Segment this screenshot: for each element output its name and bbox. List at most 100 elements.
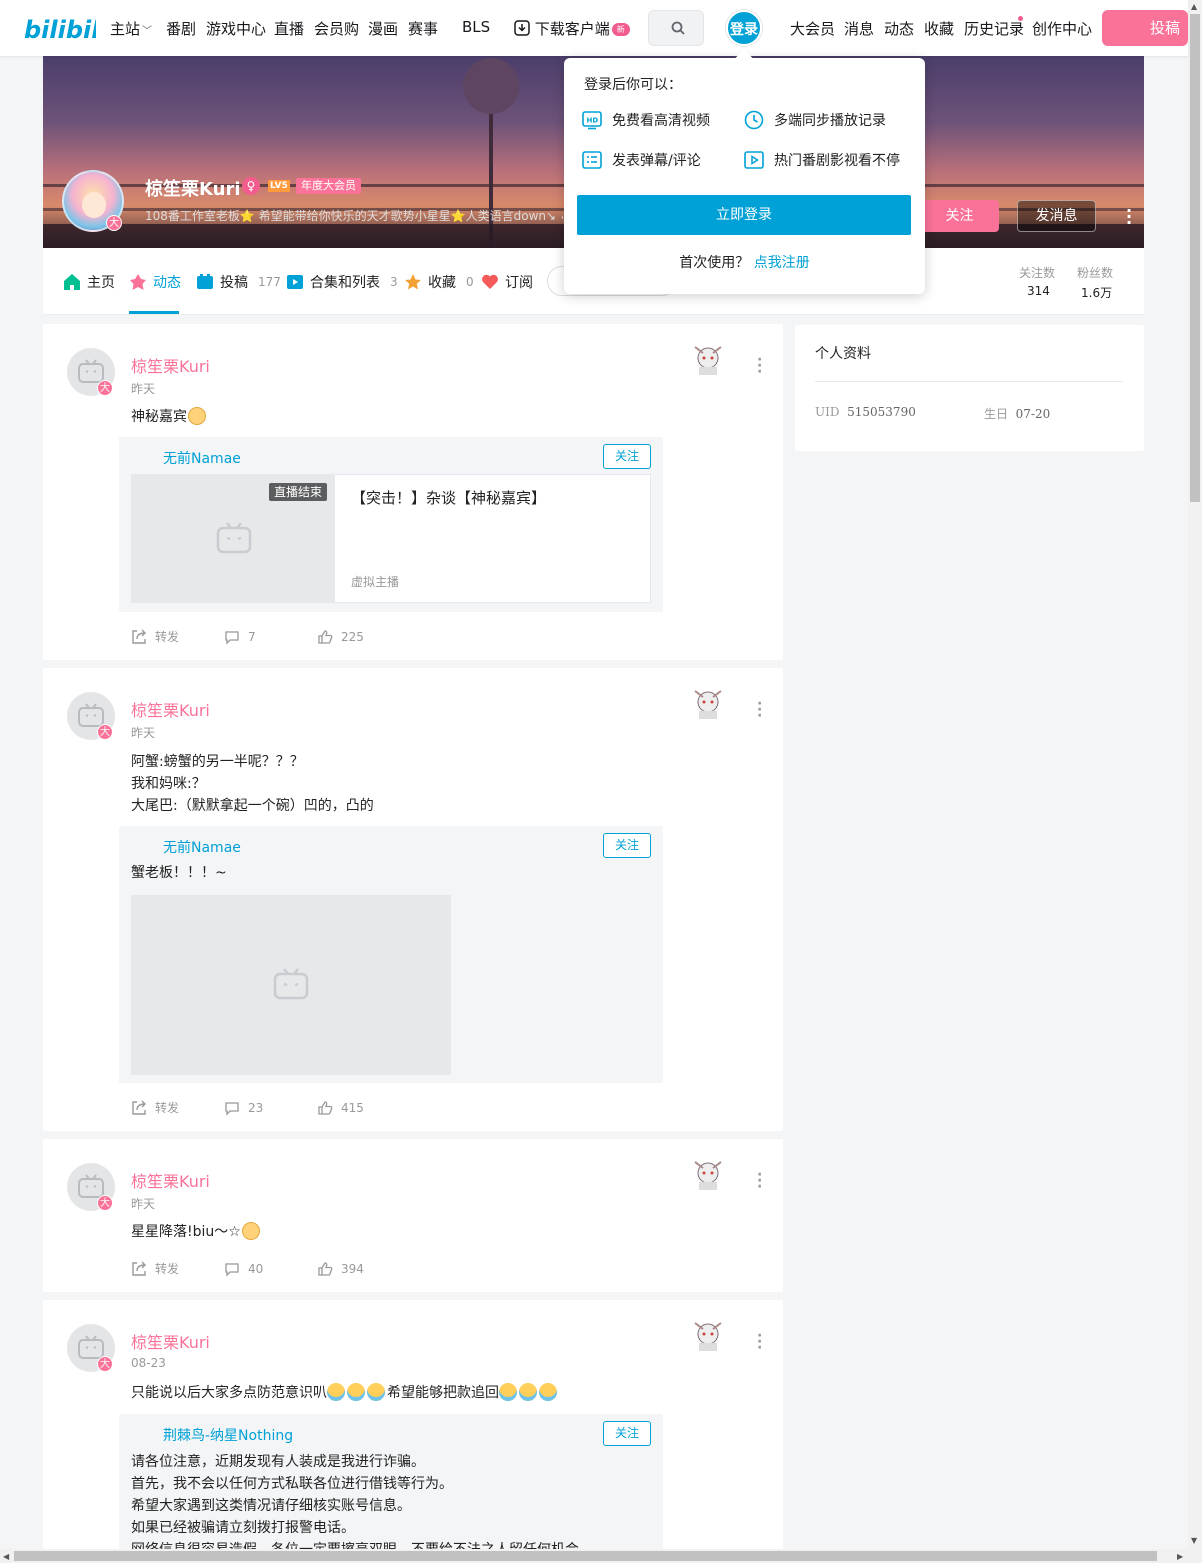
tab-collections[interactable]: 合集和列表 3	[286, 272, 398, 292]
post-more-icon[interactable]: · · ·	[757, 353, 762, 379]
register-link[interactable]: 点我注册	[754, 255, 810, 271]
video-icon	[197, 274, 213, 289]
post-time[interactable]: 昨天	[131, 380, 155, 397]
chevron-down-icon: ﹀	[142, 26, 153, 37]
search-button[interactable]	[648, 10, 704, 46]
post-text: 阿蟹:螃蟹的另一半呢？？？ 我和妈咪:？ 大尾巴:（默默拿起一个碗）凹的，凸的	[131, 754, 374, 814]
nav-dynamics[interactable]: 动态	[884, 18, 914, 39]
like-button[interactable]: 394	[317, 1260, 410, 1277]
post-time[interactable]: 昨天	[131, 724, 155, 741]
playlist-icon	[287, 275, 303, 289]
following-count[interactable]: 314	[1027, 284, 1050, 298]
post-actions: 转发 40 394	[131, 1260, 410, 1277]
post-author[interactable]: 椋笙栗Kuri	[131, 353, 210, 377]
post-time[interactable]: 昨天	[131, 1195, 155, 1212]
notification-dot	[1018, 16, 1023, 21]
emoji-icon	[241, 1222, 260, 1240]
post-author[interactable]: 椋笙栗Kuri	[131, 1329, 210, 1353]
nav-big-vip[interactable]: 大会员	[790, 18, 835, 39]
repost-follow-button[interactable]: 关注	[603, 1421, 651, 1446]
post-author[interactable]: 椋笙栗Kuri	[131, 1168, 210, 1192]
scroll-left-arrow-icon[interactable]: ◀	[3, 1552, 9, 1561]
vertical-scrollbar-thumb[interactable]	[1190, 14, 1200, 502]
repost-follow-button[interactable]: 关注	[603, 444, 651, 469]
hd-icon: HD	[582, 111, 602, 130]
feature-anime: 热门番剧影视看不停	[744, 150, 900, 170]
nav-history[interactable]: 历史记录	[964, 18, 1024, 39]
repost-card: 无前Namae 关注 蟹老板！！！~	[119, 826, 663, 1083]
post-text: 只能说以后大家多点防范意识叭 希望能够把款追回	[131, 1382, 559, 1404]
repost-author[interactable]: 无前Namae	[163, 448, 241, 468]
scroll-right-arrow-icon[interactable]: ▶	[1177, 1552, 1183, 1561]
more-options-icon[interactable]: · · ·	[1126, 203, 1132, 231]
share-button[interactable]: 转发	[131, 628, 224, 645]
like-button[interactable]: 415	[317, 1099, 410, 1116]
tab-dynamics[interactable]: 动态	[129, 272, 181, 292]
new-badge: 新	[611, 23, 630, 36]
avatar-badge: 大	[97, 380, 113, 396]
tab-uploads[interactable]: 投稿 177	[196, 272, 281, 292]
scroll-down-arrow-icon[interactable]: ▼	[1191, 1536, 1197, 1545]
post-more-icon[interactable]: · · ·	[757, 1168, 762, 1194]
comment-icon	[225, 630, 239, 645]
login-avatar-button[interactable]: 登录	[726, 10, 762, 46]
feature-hd-video: HD 免费看高清视频	[582, 110, 710, 130]
post-time[interactable]: 08-23	[131, 1356, 166, 1370]
nav-manga[interactable]: 漫画	[368, 18, 398, 39]
nav-creator-center[interactable]: 创作中心	[1032, 18, 1092, 39]
post-actions: 转发 7 225	[131, 628, 410, 645]
live-room-card[interactable]: 直播结束 【突击！】杂谈【神秘嘉宾】 虚拟主播	[131, 474, 651, 603]
upload-button[interactable]: 投稿	[1102, 10, 1188, 46]
thumbs-up-icon	[318, 629, 333, 644]
decoration-card-icon	[694, 1161, 722, 1190]
fans-count[interactable]: 1.6万	[1081, 284, 1112, 301]
send-message-button[interactable]: 发消息	[1017, 200, 1096, 232]
comment-button[interactable]: 7	[224, 628, 317, 645]
heart-icon	[482, 274, 498, 289]
nav-messages[interactable]: 消息	[844, 18, 874, 39]
share-button[interactable]: 转发	[131, 1099, 224, 1116]
vip-badge[interactable]: 年度大会员	[296, 178, 361, 194]
repost-image[interactable]	[131, 895, 451, 1075]
uid-value: 515053790	[847, 405, 916, 419]
repost-text: 蟹老板！！！~	[131, 865, 227, 881]
tab-home[interactable]: 主页	[63, 272, 115, 292]
comment-button[interactable]: 23	[224, 1099, 317, 1116]
comment-icon	[225, 1101, 239, 1116]
follow-button[interactable]: 关注	[920, 200, 999, 232]
thumbs-up-icon	[318, 1100, 333, 1115]
nav-mall[interactable]: 会员购	[314, 18, 359, 39]
dynamic-post: 大 椋笙栗Kuri 08-23 · · · 只能说以后大家多点防范意识叭 希望能够把款…	[43, 1300, 783, 1549]
tv-placeholder-icon	[216, 522, 252, 554]
repost-author[interactable]: 荆棘鸟-纳星Nothing	[163, 1425, 293, 1445]
post-author[interactable]: 椋笙栗Kuri	[131, 697, 210, 721]
avatar-badge: 大	[97, 1356, 113, 1372]
repost-follow-button[interactable]: 关注	[603, 833, 651, 858]
nav-main-site[interactable]: 主站 ﹀	[110, 18, 152, 39]
download-icon	[514, 20, 530, 36]
comment-button[interactable]: 40	[224, 1260, 317, 1277]
repost-author[interactable]: 无前Namae	[163, 837, 241, 857]
bilibili-logo[interactable]: bilibili	[24, 12, 96, 44]
like-button[interactable]: 225	[317, 628, 410, 645]
scroll-up-arrow-icon[interactable]: ▲	[1191, 2, 1197, 11]
nav-game-center[interactable]: 游戏中心	[206, 18, 266, 39]
login-now-button[interactable]: 立即登录	[577, 195, 911, 235]
post-more-icon[interactable]: · · ·	[757, 697, 762, 723]
nav-esports[interactable]: 赛事	[408, 18, 438, 39]
nav-download-client[interactable]: 下载客户端新	[514, 18, 630, 39]
share-button[interactable]: 转发	[131, 1260, 224, 1277]
horizontal-scrollbar-thumb[interactable]	[14, 1551, 1157, 1561]
nav-favorites[interactable]: 收藏	[924, 18, 954, 39]
nav-bls[interactable]: BLS	[462, 18, 490, 36]
feature-comments: 发表弹幕/评论	[582, 150, 701, 170]
post-more-icon[interactable]: · · ·	[757, 1329, 762, 1355]
nav-live[interactable]: 直播	[274, 18, 304, 39]
clock-icon	[744, 110, 764, 130]
share-icon	[132, 629, 146, 644]
birthday-value: 07-20	[1015, 407, 1051, 421]
tab-favorites[interactable]: 收藏 0	[404, 272, 474, 292]
avatar-badge: 大	[106, 215, 122, 231]
nav-anime[interactable]: 番剧	[166, 18, 196, 39]
tab-subscriptions[interactable]: 订阅	[481, 272, 533, 292]
